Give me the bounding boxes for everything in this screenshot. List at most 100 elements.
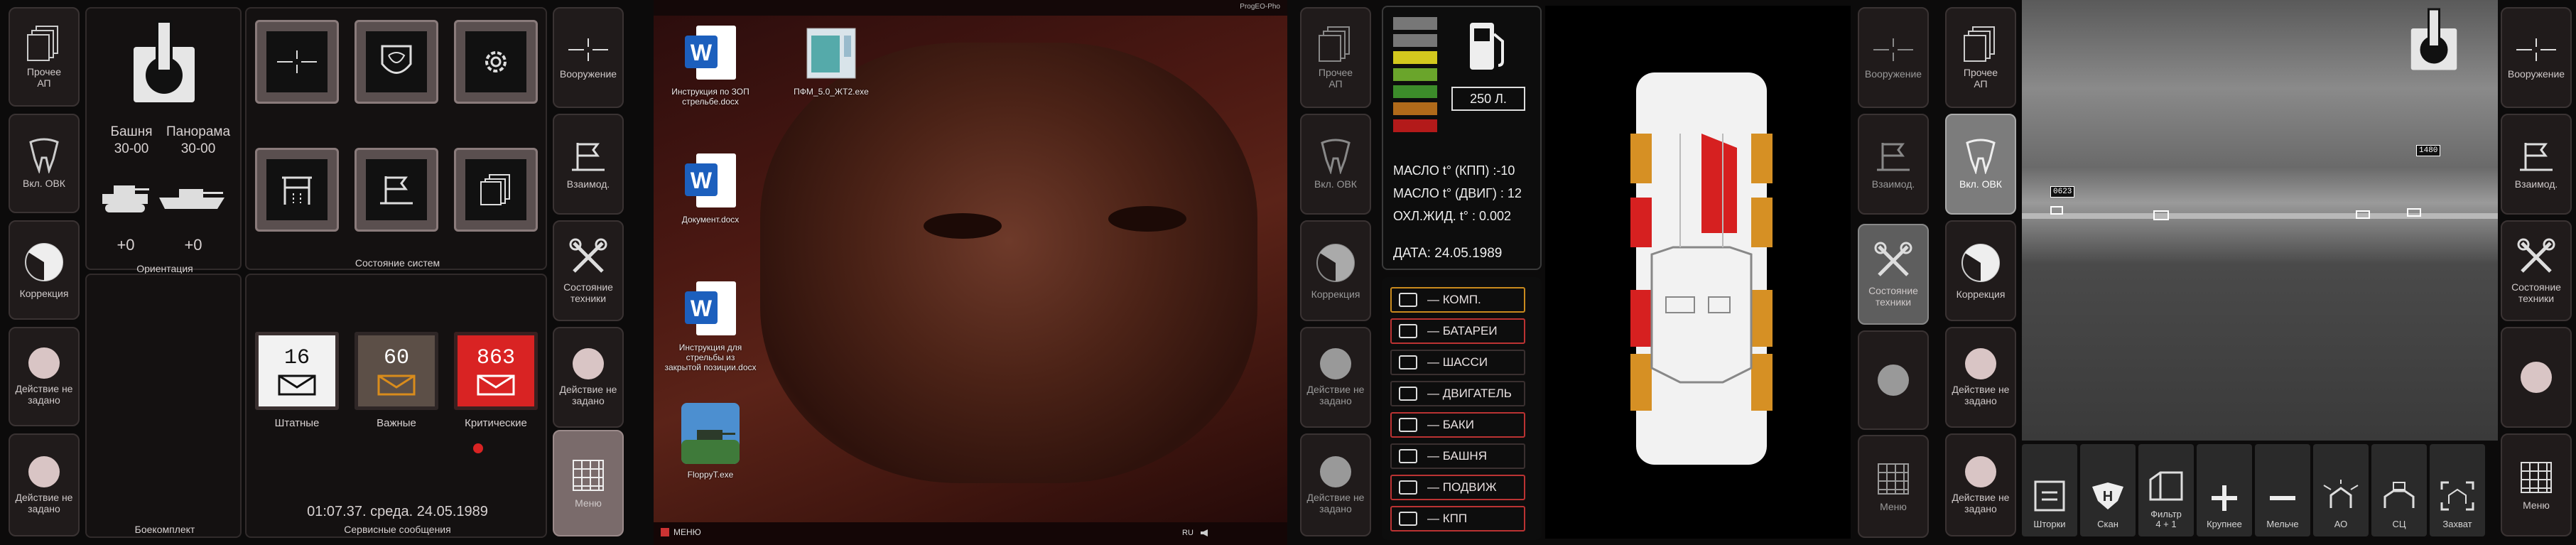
armament-button[interactable]: Вооружение xyxy=(2501,7,2572,108)
target-box[interactable] xyxy=(2407,208,2421,217)
menu-button[interactable]: Меню xyxy=(553,430,624,536)
action-unset-button-9[interactable] xyxy=(2501,327,2572,428)
diagnostic-item[interactable]: — БАТАРЕИ xyxy=(1390,318,1525,344)
system-component-icon xyxy=(1399,512,1417,526)
interaction-button[interactable]: Взаимод. xyxy=(1858,114,1929,215)
tank-value: +0 xyxy=(117,236,135,254)
diagnostic-item[interactable]: — БАШНЯ xyxy=(1390,443,1525,469)
action-unset-label-1: Действие не задано xyxy=(15,383,73,406)
other-ap-button[interactable]: Прочее АП xyxy=(1300,7,1371,108)
target-marker[interactable]: 0623 xyxy=(2050,186,2075,198)
pane-combat-panel: Прочее АП Вкл. ОВК Коррекция Действие не… xyxy=(0,0,639,545)
turret-joystick-icon xyxy=(132,18,196,107)
scan-button[interactable]: H Скан xyxy=(2080,444,2136,536)
diagnostic-item[interactable]: — КОМП. xyxy=(1390,287,1525,313)
shield-system-button[interactable] xyxy=(355,20,438,104)
curtains-icon xyxy=(2034,480,2065,512)
fuel-bar xyxy=(1393,102,1437,115)
ao-button[interactable]: АО xyxy=(2313,444,2369,536)
desktop-icon-document[interactable]: W Документ.docx xyxy=(668,149,753,225)
correction-icon xyxy=(23,241,65,284)
target-box[interactable] xyxy=(2356,210,2370,219)
vehicle-state-label: Состояние техники xyxy=(563,281,613,304)
zoom-in-button[interactable]: Крупнее xyxy=(2197,444,2252,536)
crosshair-system-button[interactable] xyxy=(255,20,339,104)
action-unset-button-7[interactable]: Действие не задано xyxy=(1945,327,2016,428)
diagnostic-item[interactable]: — ПОДВИЖ xyxy=(1390,475,1525,500)
settings-system-button[interactable] xyxy=(454,20,538,104)
diagnostic-item[interactable]: — ШАССИ xyxy=(1390,350,1525,375)
curtains-button[interactable]: Шторки xyxy=(2022,444,2077,536)
filter-icon xyxy=(2149,471,2183,501)
menu-label: Меню xyxy=(2523,499,2550,511)
sc-button[interactable]: СЦ xyxy=(2371,444,2427,536)
tank-top-view xyxy=(1630,72,1773,465)
desktop-icon-pfm[interactable]: ПФМ_5.0_ЖТ2.exe xyxy=(789,21,874,97)
action-unset-button-4[interactable]: Действие не задано xyxy=(1300,327,1371,428)
curtains-label: Шторки xyxy=(2033,519,2066,529)
capture-button[interactable]: Захват xyxy=(2430,444,2485,536)
message-critical[interactable]: 863 xyxy=(454,332,538,410)
menu-button[interactable]: Меню xyxy=(2501,433,2572,536)
target-box[interactable] xyxy=(2050,206,2063,215)
pages-system-button[interactable] xyxy=(454,148,538,232)
ovk-on-button[interactable]: Вкл. ОВК xyxy=(1300,114,1371,215)
fuel-bar xyxy=(1393,17,1437,30)
fuel-amount: 250 Л. xyxy=(1451,87,1525,111)
ovk-on-button[interactable]: Вкл. ОВК xyxy=(1945,114,2016,215)
other-ap-label: Прочее АП xyxy=(1318,67,1353,90)
correction-button[interactable]: Коррекция xyxy=(1945,220,2016,321)
action-unset-button-8[interactable]: Действие не задано xyxy=(1945,433,2016,536)
armament-button[interactable]: Вооружение xyxy=(553,7,624,108)
taskbar-lang[interactable]: RU xyxy=(1182,529,1194,537)
correction-label: Коррекция xyxy=(1956,288,2006,300)
correction-button[interactable]: Коррекция xyxy=(1300,220,1371,321)
other-ap-button[interactable]: Прочее АП xyxy=(1945,7,2016,108)
diagnostic-item[interactable]: — КПП xyxy=(1390,506,1525,531)
message-normal[interactable]: 16 xyxy=(255,332,339,410)
minus-icon xyxy=(2270,496,2295,500)
action-unset-button-1[interactable]: Действие не задано xyxy=(9,327,80,426)
tower-label: Башня 30-00 xyxy=(110,124,153,156)
action-unset-button-6[interactable] xyxy=(1858,330,1929,430)
other-ap-button[interactable]: Прочее АП xyxy=(9,7,80,107)
flag-system-button[interactable] xyxy=(355,148,438,232)
filter-button[interactable]: Фильтр 4 + 1 xyxy=(2138,444,2194,536)
message-important[interactable]: 60 xyxy=(355,332,438,410)
diagnostic-label: — БАКИ xyxy=(1427,418,1474,431)
correction-label: Коррекция xyxy=(1311,288,1360,300)
action-unset-button-5[interactable]: Действие не задано xyxy=(1300,433,1371,536)
other-ap-label: Прочее АП xyxy=(26,66,62,89)
target-marker[interactable]: 1480 xyxy=(2416,145,2441,156)
interaction-button[interactable]: Взаимод. xyxy=(553,114,624,215)
critical-indicator-dot xyxy=(473,443,483,453)
desktop-icon-instruction-zop[interactable]: W Инструкция по ЗОП стрельбе.docx xyxy=(668,21,753,107)
diagnostic-label: — КОМП. xyxy=(1427,293,1481,306)
armament-button[interactable]: Вооружение xyxy=(1858,7,1929,108)
word-document-icon: W xyxy=(685,153,736,207)
diagnostic-label: — ДВИГАТЕЛЬ xyxy=(1427,387,1512,400)
zoom-in-label: Крупнее xyxy=(2207,519,2242,529)
ovk-on-button[interactable]: Вкл. ОВК xyxy=(9,114,80,213)
taskbar-menu-button[interactable]: МЕНЮ xyxy=(661,527,701,537)
dot-icon xyxy=(1965,348,1996,379)
menu-button[interactable]: Меню xyxy=(1858,435,1929,538)
word-document-icon: W xyxy=(685,281,736,335)
orientation-title: Ориентация xyxy=(136,263,193,274)
desktop-icon-floppy[interactable]: FloppyT.exe xyxy=(668,401,753,480)
diagnostic-item[interactable]: — ДВИГАТЕЛЬ xyxy=(1390,381,1525,406)
zoom-out-button[interactable]: Мельче xyxy=(2255,444,2310,536)
correction-button[interactable]: Коррекция xyxy=(9,220,80,320)
table-system-button[interactable] xyxy=(255,148,339,232)
table-icon xyxy=(282,176,312,205)
interaction-button[interactable]: Взаимод. xyxy=(2501,114,2572,215)
vehicle-state-button[interactable]: Состояние техники xyxy=(1858,224,1929,325)
action-unset-button-3[interactable]: Действие не задано xyxy=(553,327,624,428)
vehicle-state-button[interactable]: Состояние техники xyxy=(2501,220,2572,321)
target-box[interactable] xyxy=(2153,210,2169,220)
vehicle-state-button[interactable]: Состояние техники xyxy=(553,220,624,321)
desktop-icon-instruction-closed[interactable]: W Инструкция для стрельбы из закрытой по… xyxy=(665,277,757,372)
diagnostic-item[interactable]: — БАКИ xyxy=(1390,412,1525,438)
action-unset-button-2[interactable]: Действие не задано xyxy=(9,433,80,536)
menu-label: Меню xyxy=(575,497,602,509)
